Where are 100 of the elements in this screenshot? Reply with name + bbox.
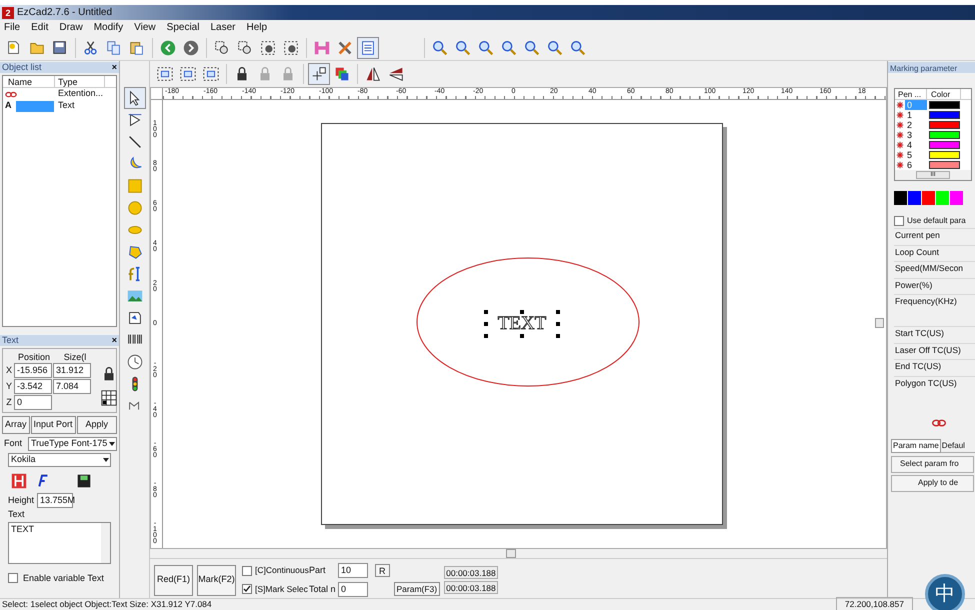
pen-icon	[896, 121, 904, 129]
text-label: Text	[8, 508, 26, 521]
close-button[interactable]: ×	[112, 60, 117, 74]
selected-text-object[interactable]: TEXT	[484, 310, 560, 338]
panel-title: Object list	[2, 60, 42, 74]
select-param-button[interactable]: Select param fro	[891, 456, 974, 472]
panel-button[interactable]: Input Port	[30, 416, 76, 434]
param-name-field[interactable]: Defaul	[940, 440, 965, 452]
column-header[interactable]: Pen ...	[895, 89, 927, 99]
color-swatch[interactable]	[908, 191, 921, 205]
size-field[interactable]: 7.084	[53, 379, 91, 394]
param-label: Current pen	[894, 228, 975, 244]
checkbox-label: Use default para	[907, 215, 966, 227]
close-button[interactable]: ×	[112, 334, 117, 348]
reset-button[interactable]: R	[375, 564, 390, 577]
column-label: Size(l	[62, 351, 88, 362]
column-header[interactable]: Color	[927, 89, 961, 99]
pen-icon	[896, 111, 904, 119]
color-swatch[interactable]	[936, 191, 949, 205]
menu-item[interactable]: Edit	[31, 20, 48, 35]
param-label: Speed(MM/Secon	[894, 261, 975, 278]
pen-icon	[896, 151, 904, 159]
size-field[interactable]: 31.912	[53, 363, 91, 378]
param-label: Power(%)	[894, 278, 975, 294]
text-type-marker: A	[5, 99, 12, 112]
table-cell-text: Extention...	[57, 87, 104, 100]
menu-item[interactable]: Draw	[59, 20, 83, 35]
height-label: Height	[8, 494, 34, 507]
axis-label: Z	[5, 396, 13, 409]
text-area[interactable]: TEXT	[8, 522, 111, 564]
pen-icon	[896, 101, 904, 109]
menu-item[interactable]: View	[134, 20, 156, 35]
action-button[interactable]: Red(F1)	[154, 564, 193, 596]
position-field[interactable]: -3.542	[14, 379, 52, 394]
apply-button[interactable]: Apply to de	[891, 474, 974, 492]
tab[interactable]: Param name	[891, 438, 941, 452]
time-display: 00:00:03.188	[444, 581, 498, 594]
pen-number[interactable]: 3	[905, 130, 927, 140]
window-title: EzCad2.7.6 - Untitled	[17, 6, 112, 20]
scroll-thumb[interactable]	[506, 549, 516, 558]
position-field[interactable]: 0	[14, 395, 52, 410]
column-header[interactable]: Name	[3, 76, 55, 87]
menu-item[interactable]: Modify	[94, 20, 124, 35]
total-label: Total n	[309, 582, 335, 596]
checkbox-label: Enable variable Text	[23, 572, 104, 584]
color-swatch[interactable]	[950, 191, 963, 205]
status-text: Select: 1select object Object:Text Size: X31.912 Y7.084	[2, 598, 212, 610]
color-swatch[interactable]	[922, 191, 935, 205]
param-label: Polygon TC(US)	[894, 376, 975, 406]
pen-number[interactable]: 2	[905, 120, 927, 130]
pen-icon	[896, 161, 904, 169]
menu-item[interactable]: File	[4, 20, 20, 35]
pen-icon	[896, 131, 904, 139]
part-field[interactable]: 10	[338, 563, 368, 578]
chain-icon	[5, 89, 17, 99]
column-label: Position	[16, 351, 52, 362]
checkbox[interactable]	[894, 216, 904, 226]
param-label: Frequency(KHz)	[894, 294, 975, 326]
part-label: Part	[309, 564, 327, 577]
font-label: Font	[4, 437, 22, 450]
pen-number[interactable]: 5	[905, 150, 927, 160]
input-method-button[interactable]: 中	[925, 574, 965, 610]
font-name-dropdown[interactable]: Kokila	[8, 453, 111, 467]
app-logo: 2	[2, 6, 14, 18]
panel-button[interactable]: Array	[2, 416, 30, 434]
pen-number[interactable]: 1	[905, 110, 927, 120]
font-type-dropdown[interactable]: TrueType Font-175	[28, 437, 118, 451]
crosshair-icon[interactable]	[308, 63, 330, 85]
checkbox[interactable]	[242, 584, 252, 594]
param-label: Laser Off TC(US)	[894, 342, 975, 359]
selection-highlight[interactable]	[16, 100, 54, 112]
menu-item[interactable]: Laser	[210, 20, 236, 35]
param-button[interactable]: Param(F3)	[394, 582, 440, 596]
param-label: End TC(US)	[894, 359, 975, 376]
column-header[interactable]: Type	[55, 76, 105, 87]
color-swatch[interactable]	[894, 191, 907, 205]
menu-item[interactable]: Special	[166, 20, 200, 35]
scroll-thumb[interactable]	[875, 318, 884, 328]
pointer-icon[interactable]	[124, 87, 146, 109]
height-field[interactable]: 13.755M	[37, 493, 74, 508]
scrollbar	[101, 522, 110, 562]
time-display: 00:00:03.188	[444, 566, 498, 579]
table-cell-text: Text	[57, 99, 75, 112]
param-label: Start TC(US)	[894, 326, 975, 342]
panel-title: Text	[2, 334, 19, 347]
checkbox-label: [S]Mark Selec	[255, 583, 305, 596]
axis-label: Y	[5, 380, 13, 393]
list-icon[interactable]	[357, 36, 379, 58]
ellipse-shape[interactable]	[416, 257, 640, 387]
position-field[interactable]: -15.956	[14, 363, 52, 378]
pen-number[interactable]: 6	[905, 160, 927, 170]
checkbox[interactable]	[8, 573, 18, 584]
checkbox[interactable]	[242, 566, 252, 576]
action-button[interactable]: Mark(F2)	[197, 564, 236, 596]
axis-label: X	[5, 364, 13, 377]
menu-item[interactable]: Help	[246, 20, 268, 35]
pen-number[interactable]: 4	[905, 140, 927, 150]
total-field[interactable]: 0	[338, 582, 368, 597]
drawing-canvas[interactable]: TEXT	[163, 100, 886, 548]
panel-button[interactable]: Apply	[76, 416, 117, 434]
